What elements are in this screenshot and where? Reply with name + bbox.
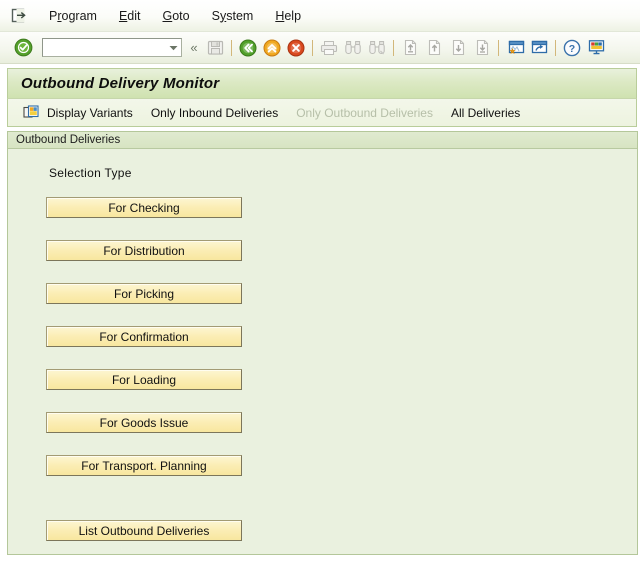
menu-label-edit: Edit [118, 8, 141, 23]
system-toolbar: « ? [0, 32, 640, 64]
sap-logon-menu-icon[interactable] [10, 7, 28, 25]
find-next-button[interactable] [365, 37, 389, 59]
menu-item-help[interactable]: Help [264, 6, 312, 26]
main-content-area: Outbound Deliveries Selection Type For C… [0, 127, 640, 555]
all-deliveries-button[interactable]: All Deliveries [442, 101, 529, 124]
for-confirmation-label: For Confirmation [99, 329, 189, 344]
local-layout-icon[interactable] [584, 37, 608, 59]
toolbar-separator [393, 39, 394, 56]
menu-item-system[interactable]: System [201, 6, 265, 26]
groupbox-title: Outbound Deliveries [16, 134, 121, 146]
menu-bar: Program Edit Goto System Help [0, 0, 640, 32]
toolbar-separator [555, 39, 556, 56]
list-outbound-deliveries-label: List Outbound Deliveries [78, 523, 210, 538]
green-check-enter-icon[interactable] [14, 38, 33, 57]
question-help-icon[interactable]: ? [560, 37, 584, 59]
create-shortcut-button[interactable] [527, 37, 551, 59]
command-input[interactable] [43, 40, 166, 55]
for-picking-label: For Picking [113, 286, 175, 301]
toolbar-separator [498, 39, 499, 56]
for-confirmation-button[interactable]: For Confirmation [46, 326, 242, 347]
for-transport-planning-label: For Transport. Planning [81, 458, 207, 473]
next-page-button[interactable] [446, 37, 470, 59]
display-variants-icon [23, 104, 40, 121]
menu-item-edit[interactable]: Edit [108, 6, 152, 26]
back-button[interactable] [236, 37, 260, 59]
exit-button[interactable] [260, 37, 284, 59]
for-transport-planning-button[interactable]: For Transport. Planning [46, 455, 242, 476]
previous-page-button[interactable] [422, 37, 446, 59]
toolbar-collapse-button[interactable]: « [185, 40, 203, 55]
for-goods-issue-label: For Goods Issue [99, 415, 189, 430]
groupbox-header: Outbound Deliveries [8, 132, 637, 149]
display-variants-button[interactable]: Display Variants [14, 101, 142, 124]
page-title: Outbound Delivery Monitor [21, 75, 220, 92]
print-button[interactable] [317, 37, 341, 59]
command-field[interactable] [42, 38, 182, 57]
save-button[interactable] [203, 37, 227, 59]
outbound-deliveries-groupbox: Outbound Deliveries Selection Type For C… [7, 131, 638, 555]
display-variants-label: Display Variants [47, 105, 133, 120]
toolbar-separator [312, 39, 313, 56]
only-inbound-deliveries-label: Only Inbound Deliveries [150, 105, 279, 120]
only-outbound-deliveries-button: Only Outbound Deliveries [287, 101, 442, 124]
all-deliveries-label: All Deliveries [450, 105, 521, 120]
window-title-bar: Outbound Delivery Monitor [7, 68, 637, 98]
selection-type-label: Selection Type [49, 166, 132, 180]
for-checking-button[interactable]: For Checking [46, 197, 242, 218]
last-page-button[interactable] [470, 37, 494, 59]
chevron-down-icon[interactable] [166, 39, 181, 56]
for-goods-issue-button[interactable]: For Goods Issue [46, 412, 242, 433]
toolbar-separator [231, 39, 232, 56]
title-area: Outbound Delivery Monitor Display Varian… [0, 64, 640, 127]
find-button[interactable] [341, 37, 365, 59]
for-distribution-label: For Distribution [103, 243, 185, 258]
for-loading-button[interactable]: For Loading [46, 369, 242, 390]
only-outbound-deliveries-label: Only Outbound Deliveries [296, 105, 433, 120]
for-checking-label: For Checking [108, 200, 180, 215]
first-page-button[interactable] [398, 37, 422, 59]
for-picking-button[interactable]: For Picking [46, 283, 242, 304]
for-loading-label: For Loading [111, 372, 177, 387]
groupbox-body: Selection Type For Checking For Distribu… [8, 149, 637, 554]
for-distribution-button[interactable]: For Distribution [46, 240, 242, 261]
menu-label-goto: Goto [162, 8, 190, 23]
menu-item-program[interactable]: Program [38, 6, 108, 26]
svg-text:?: ? [569, 43, 575, 55]
application-toolbar: Display Variants Only Inbound Deliveries… [7, 98, 637, 127]
only-inbound-deliveries-button[interactable]: Only Inbound Deliveries [142, 101, 287, 124]
menu-label-program: Program [49, 8, 97, 23]
menu-item-goto[interactable]: Goto [152, 6, 201, 26]
list-outbound-deliveries-button[interactable]: List Outbound Deliveries [46, 520, 242, 541]
create-session-button[interactable] [503, 37, 527, 59]
menu-label-system: System [211, 8, 254, 23]
menu-label-help: Help [275, 8, 302, 23]
cancel-button[interactable] [284, 37, 308, 59]
